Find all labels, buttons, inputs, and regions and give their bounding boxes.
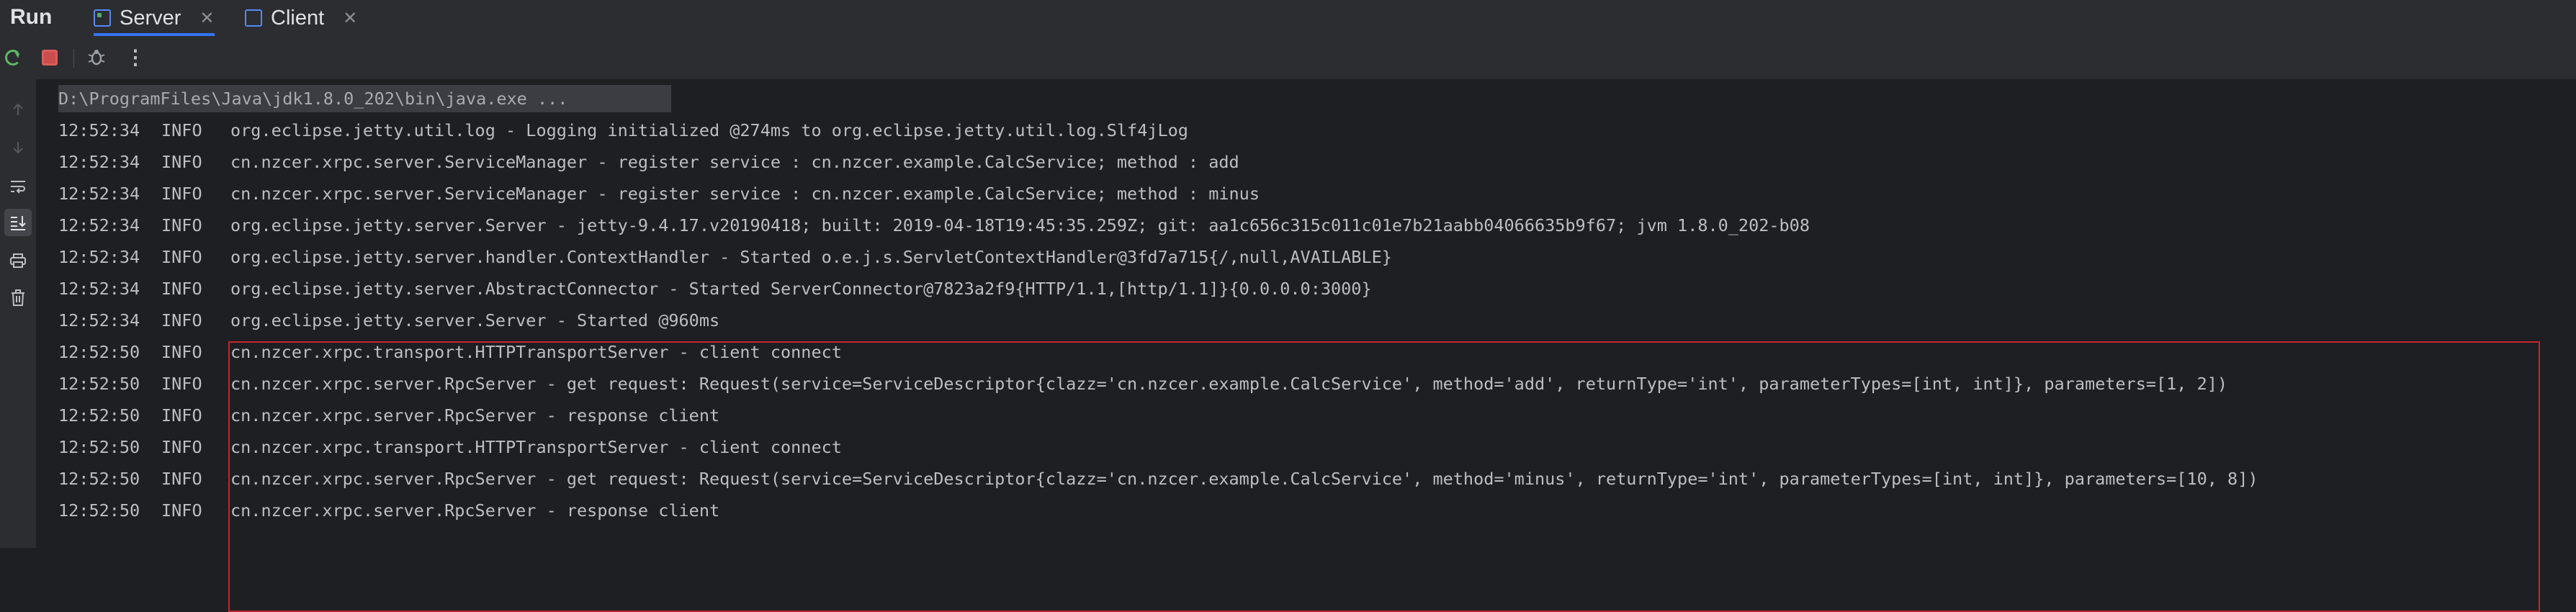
close-icon[interactable]: ✕ [343,8,357,29]
highlight-annotation-box [228,341,2540,612]
log-line: 12:52:34 INFO org.eclipse.jetty.util.log -… [58,114,1188,146]
log-level: INFO [161,405,202,426]
tab-server-label: Server [120,6,181,30]
log-level: INFO [161,374,202,394]
run-toolbar: ⋮ [0,36,2576,80]
run-title: Run [10,5,53,29]
log-time: 12:52:50 [58,437,140,457]
log-level: INFO [161,279,202,299]
scroll-down-button[interactable] [4,134,32,161]
log-level: INFO [161,247,202,267]
log-time: 12:52:34 [58,310,140,330]
toolbar-separator [73,49,74,68]
tab-server[interactable]: Server ✕ [94,0,215,36]
print-icon [10,253,26,268]
scroll-up-button[interactable] [4,96,32,123]
log-line: 12:52:34 INFO org.eclipse.jetty.server.Ser… [58,210,1810,241]
tab-client[interactable]: Client ✕ [245,0,357,36]
log-message: org.eclipse.jetty.server.Server - Starte… [230,310,720,330]
log-time: 12:52:34 [58,184,140,204]
log-line: 12:52:34 INFO cn.nzcer.xrpc.server.Service… [58,146,1239,178]
log-level: INFO [161,120,202,140]
log-level: INFO [161,184,202,204]
log-level: INFO [161,152,202,172]
log-time: 12:52:34 [58,152,140,172]
print-button[interactable] [4,247,32,274]
log-line: 12:52:34 INFO cn.nzcer.xrpc.server.Service… [58,178,1260,210]
log-message: cn.nzcer.xrpc.server.ServiceManager - re… [230,184,1260,204]
log-level: INFO [161,215,202,235]
stop-icon [42,50,58,66]
log-line: 12:52:34 INFO org.eclipse.jetty.server.han… [58,241,1392,273]
log-message: org.eclipse.jetty.server.Server - jetty-… [230,215,1810,235]
run-config-icon [94,9,111,27]
log-time: 12:52:34 [58,120,140,140]
trash-icon [12,289,24,306]
more-options-button[interactable]: ⋮ [124,46,147,69]
log-time: 12:52:50 [58,405,140,426]
tab-client-label: Client [271,6,325,30]
log-line: 12:52:34 INFO org.eclipse.jetty.server.Ser… [58,305,719,336]
scroll-to-end-button[interactable] [4,209,32,236]
run-tool-window-header: Run Server ✕ Client ✕ [0,0,2576,36]
log-time: 12:52:50 [58,374,140,394]
rerun-button[interactable] [1,46,24,69]
log-time: 12:52:34 [58,279,140,299]
scroll-up-icon [13,103,23,115]
scroll-down-icon [13,142,23,154]
console-output[interactable]: D:\ProgramFiles\Java\jdk1.8.0_202\bin\ja… [36,79,2576,612]
stop-button[interactable] [38,46,61,69]
log-time: 12:52:34 [58,215,140,235]
log-time: 12:52:50 [58,469,140,489]
soft-wrap-icon [11,181,25,194]
log-message: cn.nzcer.xrpc.server.ServiceManager - re… [230,152,1239,172]
soft-wrap-button[interactable] [4,173,32,200]
command-line[interactable]: D:\ProgramFiles\Java\jdk1.8.0_202\bin\ja… [58,83,567,114]
debug-settings-icon [88,50,105,66]
log-level: INFO [161,310,202,330]
log-message: org.eclipse.jetty.server.handler.Context… [230,247,1392,267]
log-level: INFO [161,469,202,489]
console-gutter [0,79,36,548]
log-message: org.eclipse.jetty.server.AbstractConnect… [230,279,1372,299]
run-config-icon [245,9,262,27]
rerun-icon [5,50,21,66]
log-time: 12:52:34 [58,247,140,267]
log-message: org.eclipse.jetty.util.log - Logging ini… [230,120,1188,140]
log-time: 12:52:50 [58,342,140,362]
close-icon[interactable]: ✕ [199,8,214,29]
more-options-icon: ⋮ [125,46,145,68]
clear-all-button[interactable] [4,284,32,312]
log-level: INFO [161,437,202,457]
log-level: INFO [161,342,202,362]
log-time: 12:52:50 [58,500,140,521]
scroll-to-end-icon [11,216,26,230]
log-level: INFO [161,500,202,521]
log-line: 12:52:34 INFO org.eclipse.jetty.server.Abs… [58,273,1372,305]
debug-settings-button[interactable] [85,46,108,69]
